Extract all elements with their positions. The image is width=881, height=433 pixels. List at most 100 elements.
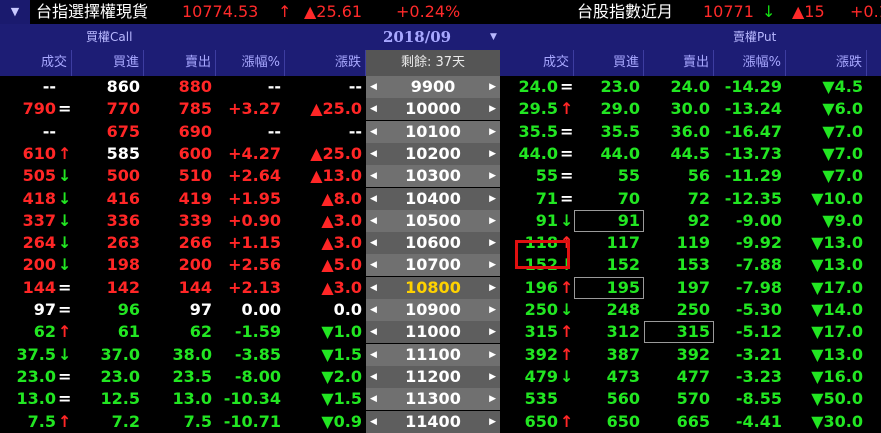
- put-last-cell[interactable]: 479: [500, 366, 562, 388]
- put-chg-cell[interactable]: ▼50.0: [786, 388, 867, 410]
- put-bid-cell[interactable]: 387: [574, 344, 644, 366]
- put-ask-cell[interactable]: 477: [644, 366, 714, 388]
- call-chg-cell[interactable]: ▲5.0: [285, 254, 366, 276]
- call-bid-cell[interactable]: 336: [72, 210, 144, 232]
- right-arrow-icon[interactable]: ▶: [489, 165, 496, 187]
- col-call-chg[interactable]: 漲跌: [285, 50, 366, 76]
- strike-cell[interactable]: ◀ 10600 ▶: [366, 232, 500, 255]
- put-bid-cell[interactable]: 70: [574, 188, 644, 210]
- table-row[interactable]: 418 416 419 +1.95 ▲8.0 71 70 72 -12.35 ▼10.0 ↓ = ◀ 10…: [0, 187, 881, 210]
- put-last-cell[interactable]: 35.5: [500, 121, 562, 143]
- put-chg-cell[interactable]: ▼13.0: [786, 254, 867, 276]
- put-chg-cell[interactable]: ▼14.0: [786, 299, 867, 321]
- put-bid-cell[interactable]: 35.5: [574, 121, 644, 143]
- col-put-bid[interactable]: 買進: [574, 50, 644, 76]
- call-last-cell[interactable]: 97: [0, 299, 60, 321]
- put-ask-cell[interactable]: 44.5: [644, 143, 714, 165]
- call-ask-cell[interactable]: 266: [144, 232, 216, 254]
- put-bid-cell[interactable]: 91: [574, 209, 644, 232]
- put-ask-cell[interactable]: 570: [644, 388, 714, 410]
- put-ask-cell[interactable]: 30.0: [644, 98, 714, 120]
- put-ask-cell[interactable]: 24.0: [644, 76, 714, 98]
- put-last-cell[interactable]: 196: [500, 277, 562, 299]
- col-call-bid[interactable]: 買進: [72, 50, 144, 76]
- put-chg-cell[interactable]: ▼10.0: [786, 188, 867, 210]
- put-ask-cell[interactable]: 153: [644, 254, 714, 276]
- put-bid-cell[interactable]: 29.0: [574, 98, 644, 120]
- put-ask-cell[interactable]: 315: [644, 321, 714, 344]
- right-arrow-icon[interactable]: ▶: [489, 411, 496, 433]
- call-chg-cell[interactable]: ▲25.0: [285, 98, 366, 120]
- put-ask-cell[interactable]: 72: [644, 188, 714, 210]
- call-pct-cell[interactable]: --: [216, 121, 285, 143]
- put-last-cell[interactable]: 535: [500, 388, 562, 410]
- call-ask-cell[interactable]: 690: [144, 121, 216, 143]
- call-bid-cell[interactable]: 585: [72, 143, 144, 165]
- call-last-cell[interactable]: 264: [0, 232, 60, 254]
- call-pct-cell[interactable]: +2.64: [216, 165, 285, 187]
- put-chg-cell[interactable]: ▼17.0: [786, 277, 867, 299]
- call-bid-cell[interactable]: 37.0: [72, 344, 144, 366]
- put-last-cell[interactable]: 650: [500, 411, 562, 433]
- call-pct-cell[interactable]: +3.27: [216, 98, 285, 120]
- put-ask-cell[interactable]: 56: [644, 165, 714, 187]
- put-bid-cell[interactable]: 248: [574, 299, 644, 321]
- call-pct-cell[interactable]: +2.13: [216, 277, 285, 299]
- strike-cell[interactable]: ◀ 11000 ▶: [366, 321, 500, 344]
- col-call-pct[interactable]: 漲幅%: [216, 50, 285, 76]
- call-ask-cell[interactable]: 880: [144, 76, 216, 98]
- call-pct-cell[interactable]: -10.34: [216, 388, 285, 410]
- call-bid-cell[interactable]: 23.0: [72, 366, 144, 388]
- call-chg-cell[interactable]: ▲3.0: [285, 210, 366, 232]
- put-pct-cell[interactable]: -7.88: [714, 254, 786, 276]
- call-bid-cell[interactable]: 12.5: [72, 388, 144, 410]
- call-pct-cell[interactable]: -3.85: [216, 344, 285, 366]
- right-arrow-icon[interactable]: ▶: [489, 254, 496, 276]
- call-chg-cell[interactable]: ▲8.0: [285, 188, 366, 210]
- put-pct-cell[interactable]: -14.29: [714, 76, 786, 98]
- put-pct-cell[interactable]: -11.29: [714, 165, 786, 187]
- put-last-cell[interactable]: 315: [500, 321, 562, 343]
- call-bid-cell[interactable]: 500: [72, 165, 144, 187]
- call-chg-cell[interactable]: ▼2.0: [285, 366, 366, 388]
- put-last-cell[interactable]: 44.0: [500, 143, 562, 165]
- call-last-cell[interactable]: --: [0, 76, 60, 98]
- put-chg-cell[interactable]: ▼13.0: [786, 232, 867, 254]
- put-pct-cell[interactable]: -8.55: [714, 388, 786, 410]
- table-row[interactable]: 13.0 12.5 13.0 -10.34 ▼1.5 535 560 570 -8.55 ▼50.…: [0, 388, 881, 411]
- put-last-cell[interactable]: 71: [500, 188, 562, 210]
- put-pct-cell[interactable]: -13.24: [714, 98, 786, 120]
- strike-cell[interactable]: ◀ 10000 ▶: [366, 98, 500, 121]
- strike-cell[interactable]: ◀ 10700 ▶: [366, 254, 500, 277]
- call-chg-cell[interactable]: 0.0: [285, 299, 366, 321]
- col-call-last[interactable]: 成交: [0, 50, 72, 76]
- call-last-cell[interactable]: 790: [0, 98, 60, 120]
- table-row[interactable]: 37.5 37.0 38.0 -3.85 ▼1.5 392 387 392 -3.21 ▼13.0…: [0, 343, 881, 366]
- right-arrow-icon[interactable]: ▶: [489, 76, 496, 98]
- call-ask-cell[interactable]: 7.5: [144, 411, 216, 433]
- put-chg-cell[interactable]: ▼16.0: [786, 366, 867, 388]
- right-arrow-icon[interactable]: ▶: [489, 366, 496, 388]
- right-arrow-icon[interactable]: ▶: [489, 321, 496, 343]
- put-ask-cell[interactable]: 665: [644, 411, 714, 433]
- call-last-cell[interactable]: 610: [0, 143, 60, 165]
- put-last-cell[interactable]: 91: [500, 210, 562, 232]
- call-pct-cell[interactable]: +0.90: [216, 210, 285, 232]
- put-chg-cell[interactable]: ▼17.0: [786, 321, 867, 343]
- call-last-cell[interactable]: 13.0: [0, 388, 60, 410]
- put-chg-cell[interactable]: ▼13.0: [786, 344, 867, 366]
- put-chg-cell[interactable]: ▼7.0: [786, 121, 867, 143]
- put-ask-cell[interactable]: 250: [644, 299, 714, 321]
- strike-cell[interactable]: ◀ 10200 ▶: [366, 142, 500, 165]
- right-arrow-icon[interactable]: ▶: [489, 232, 496, 254]
- call-pct-cell[interactable]: +1.95: [216, 188, 285, 210]
- strike-cell[interactable]: ◀ 11200 ▶: [366, 365, 500, 388]
- put-bid-cell[interactable]: 44.0: [574, 143, 644, 165]
- call-bid-cell[interactable]: 7.2: [72, 411, 144, 433]
- strike-cell[interactable]: ◀ 11400 ▶: [366, 410, 500, 433]
- strike-cell[interactable]: ◀ 10900 ▶: [366, 299, 500, 321]
- table-row[interactable]: 7.5 7.2 7.5 -10.71 ▼0.9 650 650 665 -4.41 ▼30.0 ↑ ↑…: [0, 410, 881, 433]
- col-call-ask[interactable]: 賣出: [144, 50, 216, 76]
- call-last-cell[interactable]: 200: [0, 254, 60, 276]
- call-chg-cell[interactable]: ▲3.0: [285, 277, 366, 299]
